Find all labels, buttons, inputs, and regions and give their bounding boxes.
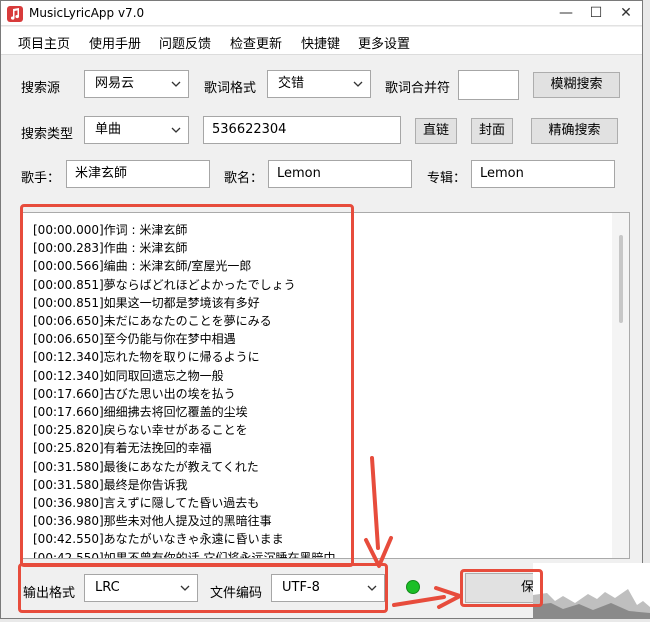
- minimize-icon[interactable]: —: [551, 1, 581, 26]
- app-icon: [7, 6, 23, 22]
- chevron-down-icon: [353, 81, 363, 87]
- menu-feedback[interactable]: 问题反馈: [159, 33, 211, 52]
- lyric-format-select[interactable]: 交错: [267, 70, 371, 98]
- maximize-icon[interactable]: ☐: [581, 1, 611, 26]
- cover-button[interactable]: 封面: [471, 118, 513, 144]
- chevron-down-icon: [171, 127, 181, 133]
- search-source-select[interactable]: 网易云: [84, 70, 189, 98]
- album-input[interactable]: Lemon: [471, 160, 615, 188]
- close-icon[interactable]: ✕: [611, 1, 641, 26]
- lyrics-scrollbar[interactable]: [612, 213, 629, 558]
- chevron-down-icon: [171, 81, 181, 87]
- menu-more-settings[interactable]: 更多设置: [358, 33, 410, 52]
- song-id-input[interactable]: 536622304: [203, 116, 401, 144]
- lyric-format-label: 歌词格式: [204, 81, 257, 96]
- menu-manual[interactable]: 使用手册: [89, 33, 141, 52]
- search-type-select[interactable]: 单曲: [84, 116, 189, 144]
- singer-input[interactable]: 米津玄師: [66, 160, 210, 188]
- lyrics-highlight-box: [20, 204, 354, 567]
- exact-search-button[interactable]: 精确搜索: [531, 118, 618, 144]
- background-window: [533, 563, 650, 619]
- background-graphic: [533, 589, 650, 619]
- search-source-label: 搜索源: [21, 81, 61, 96]
- search-type-value: 单曲: [95, 122, 122, 137]
- menu-bar: 项目主页 使用手册 问题反馈 检查更新 快捷键 更多设置: [1, 27, 642, 55]
- menu-check-update[interactable]: 检查更新: [230, 33, 282, 52]
- album-label: 专辑：: [427, 171, 467, 186]
- menu-home[interactable]: 项目主页: [18, 33, 70, 52]
- scroll-thumb[interactable]: [619, 235, 623, 323]
- menu-shortcuts[interactable]: 快捷键: [301, 33, 340, 52]
- search-type-label: 搜索类型: [21, 127, 74, 142]
- lyric-format-value: 交错: [278, 76, 305, 91]
- direct-link-button[interactable]: 直链: [415, 118, 457, 144]
- window-title: MusicLyricApp v7.0: [29, 6, 145, 20]
- lyric-merge-label: 歌词合并符: [385, 81, 451, 96]
- title-bar[interactable]: MusicLyricApp v7.0 — ☐ ✕: [1, 1, 642, 26]
- options-highlight-box: [18, 563, 388, 613]
- status-indicator: [406, 580, 420, 594]
- save-highlight-box: [460, 569, 543, 607]
- fuzzy-search-button[interactable]: 模糊搜索: [533, 72, 620, 98]
- search-source-value: 网易云: [95, 76, 135, 91]
- lyric-merge-input[interactable]: [458, 70, 519, 100]
- song-label: 歌名：: [224, 171, 264, 186]
- singer-label: 歌手：: [21, 171, 61, 186]
- song-name-input[interactable]: Lemon: [268, 160, 412, 188]
